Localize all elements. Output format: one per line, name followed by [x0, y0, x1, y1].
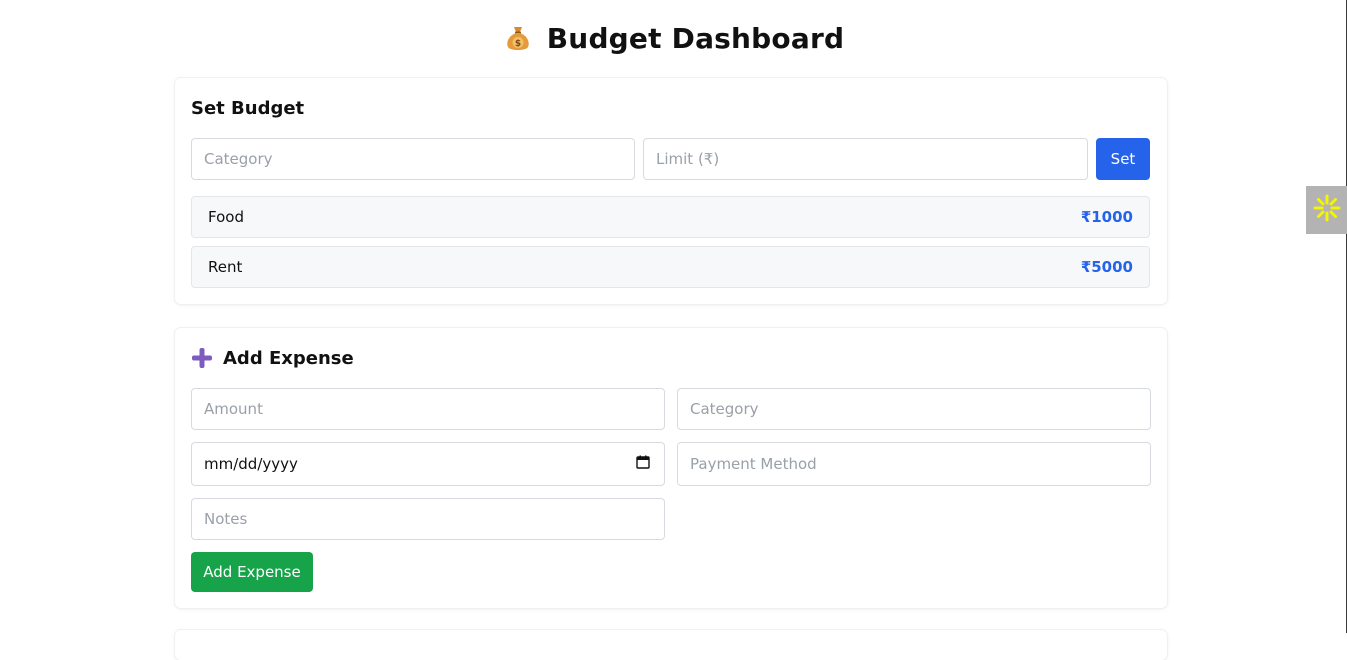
add-expense-card: Add Expense mm/dd/yyyy Add Expense [175, 328, 1167, 608]
set-budget-button[interactable]: Set [1096, 138, 1150, 180]
date-value: mm/dd/yyyy [204, 455, 298, 473]
add-expense-heading-row: Add Expense [191, 347, 354, 369]
sparkle-icon [1313, 194, 1341, 226]
next-card [175, 630, 1167, 660]
budget-name: Food [208, 208, 244, 226]
budget-row-food: Food ₹1000 [191, 196, 1150, 238]
svg-text:$: $ [515, 39, 521, 49]
budget-limit-input[interactable] [643, 138, 1088, 180]
payment-method-input[interactable] [677, 442, 1151, 486]
add-expense-button[interactable]: Add Expense [191, 552, 313, 592]
budget-name: Rent [208, 258, 243, 276]
side-widget-button[interactable] [1306, 186, 1347, 234]
add-expense-heading: Add Expense [223, 347, 354, 369]
plus-icon [191, 347, 213, 369]
budget-category-input[interactable] [191, 138, 635, 180]
page-title: Budget Dashboard [546, 21, 845, 55]
notes-input[interactable] [191, 498, 665, 540]
budget-amount: ₹1000 [1080, 208, 1133, 226]
set-budget-card: Set Budget Set Food ₹1000 Rent ₹5000 [175, 78, 1167, 304]
expense-date-input[interactable]: mm/dd/yyyy [191, 442, 665, 486]
budget-row-rent: Rent ₹5000 [191, 246, 1150, 288]
expense-category-input[interactable] [677, 388, 1151, 430]
set-budget-heading: Set Budget [191, 98, 305, 119]
calendar-icon[interactable] [636, 455, 650, 473]
money-bag-icon: $ [503, 23, 533, 53]
header: $ Budget Dashboard [0, 18, 1347, 58]
expense-amount-input[interactable] [191, 388, 665, 430]
budget-amount: ₹5000 [1080, 258, 1133, 276]
